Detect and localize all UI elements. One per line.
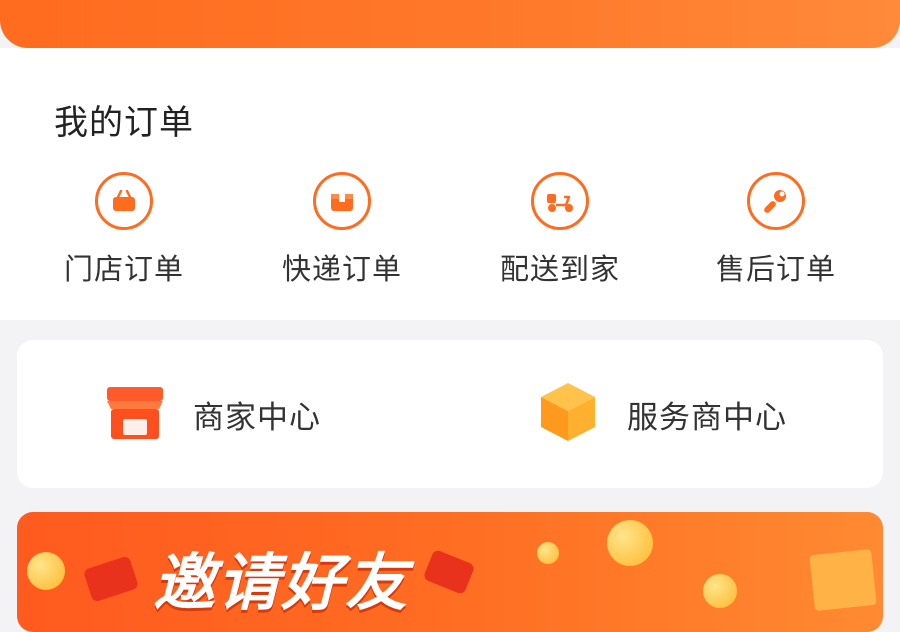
order-express-button[interactable]: 快递订单 (252, 172, 432, 302)
service-provider-center-label: 服务商中心 (627, 399, 787, 436)
red-envelope-icon (82, 555, 140, 603)
coin-icon (27, 552, 65, 590)
delivery-scooter-icon (531, 172, 589, 230)
invite-friends-banner[interactable]: 邀请好友 (17, 512, 883, 632)
order-store-button[interactable]: 门店订单 (34, 172, 214, 302)
red-envelope-icon (422, 548, 476, 596)
order-store-label: 门店订单 (63, 252, 184, 286)
top-header (0, 0, 900, 48)
invite-friends-title: 邀请好友 (153, 546, 410, 619)
order-delivery-button[interactable]: 配送到家 (470, 172, 650, 302)
gift-box-icon (809, 548, 877, 612)
centers-card: 商家中心 服务商中心 (17, 340, 883, 488)
merchant-center-label: 商家中心 (193, 399, 321, 436)
storefront-icon (103, 381, 167, 447)
order-delivery-label: 配送到家 (499, 252, 620, 286)
order-aftersales-label: 售后订单 (715, 252, 836, 286)
shopping-basket-icon (95, 172, 153, 230)
my-orders-title: 我的订单 (54, 103, 194, 143)
order-express-label: 快递订单 (281, 252, 402, 286)
wrench-icon (747, 172, 805, 230)
cube-icon (535, 379, 601, 449)
coin-icon (537, 542, 559, 564)
merchant-center-button[interactable]: 商家中心 (103, 340, 321, 488)
coin-icon (607, 520, 653, 566)
order-aftersales-button[interactable]: 售后订单 (686, 172, 866, 302)
service-provider-center-button[interactable]: 服务商中心 (535, 340, 787, 488)
package-box-icon (313, 172, 371, 230)
coin-icon (703, 574, 737, 608)
